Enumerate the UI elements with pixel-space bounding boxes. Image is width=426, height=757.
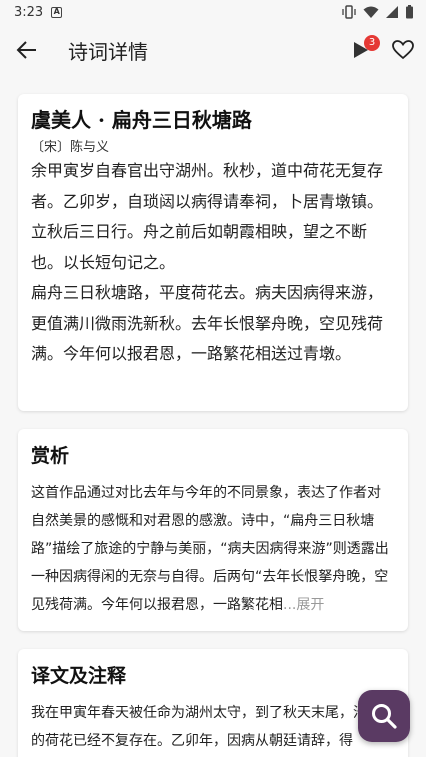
vibrate-icon — [342, 5, 356, 19]
battery-icon — [406, 5, 413, 19]
expand-button[interactable]: 展开 — [296, 597, 324, 613]
poem-preface: 余甲寅岁自春官出守湖州。秋杪，道中荷花无复存者。乙卯岁，自琐闼以病得请奉祠，卜居… — [31, 161, 384, 272]
translation-title: 译文及注释 — [31, 665, 127, 687]
app-bar: 诗词详情 3 — [0, 24, 426, 76]
appreciation-text-block: 这首作品通过对比去年与今年的不同景象，表达了作者对自然美景的感慨和对君恩的感激。… — [31, 479, 393, 619]
status-left: 3:23 A — [14, 4, 63, 20]
play-count-badge: 3 — [364, 35, 380, 51]
wifi-icon — [363, 6, 379, 18]
poem-author: 〔宋〕陈与义 — [31, 140, 110, 155]
status-time: 3:23 — [14, 4, 44, 20]
status-right — [341, 5, 414, 19]
poem-card: 虞美人 · 扁舟三日秋塘路 〔宋〕陈与义 余甲寅岁自春官出守湖州。秋杪，道中荷花… — [18, 94, 408, 411]
poem-title: 虞美人 · 扁舟三日秋塘路 — [31, 108, 252, 132]
status-bar: 3:23 A — [0, 0, 426, 24]
arrow-left-icon[interactable] — [14, 38, 40, 62]
page-title: 诗词详情 — [68, 40, 148, 64]
translation-text: 我在甲寅年春天被任命为湖州太守，到了秋天末尾，沿途的荷花已经不复存在。乙卯年，因… — [31, 705, 381, 749]
appreciation-ellipsis: ... — [283, 597, 297, 613]
appreciation-card: 赏析 这首作品通过对比去年与今年的不同景象，表达了作者对自然美景的感慨和对君恩的… — [18, 429, 408, 631]
search-icon — [372, 704, 397, 729]
heart-outline-icon[interactable] — [391, 38, 415, 62]
appreciation-text: 这首作品通过对比去年与今年的不同景象，表达了作者对自然美景的感慨和对君恩的感激。… — [31, 485, 389, 613]
translation-card: 译文及注释 我在甲寅年春天被任命为湖州太守，到了秋天末尾，沿途的荷花已经不复存在… — [18, 649, 408, 757]
signal-icon — [386, 6, 398, 18]
notification-a-icon: A — [51, 6, 63, 18]
search-button[interactable] — [358, 690, 410, 742]
appreciation-title: 赏析 — [31, 445, 70, 467]
poem-verse: 扁舟三日秋塘路，平度荷花去。病夫因病得来游，更值满川微雨洗新秋。去年长恨拏舟晚，… — [31, 283, 384, 363]
poem-body: 余甲寅岁自春官出守湖州。秋杪，道中荷花无复存者。乙卯岁，自琐闼以病得请奉祠，卜居… — [31, 156, 391, 370]
